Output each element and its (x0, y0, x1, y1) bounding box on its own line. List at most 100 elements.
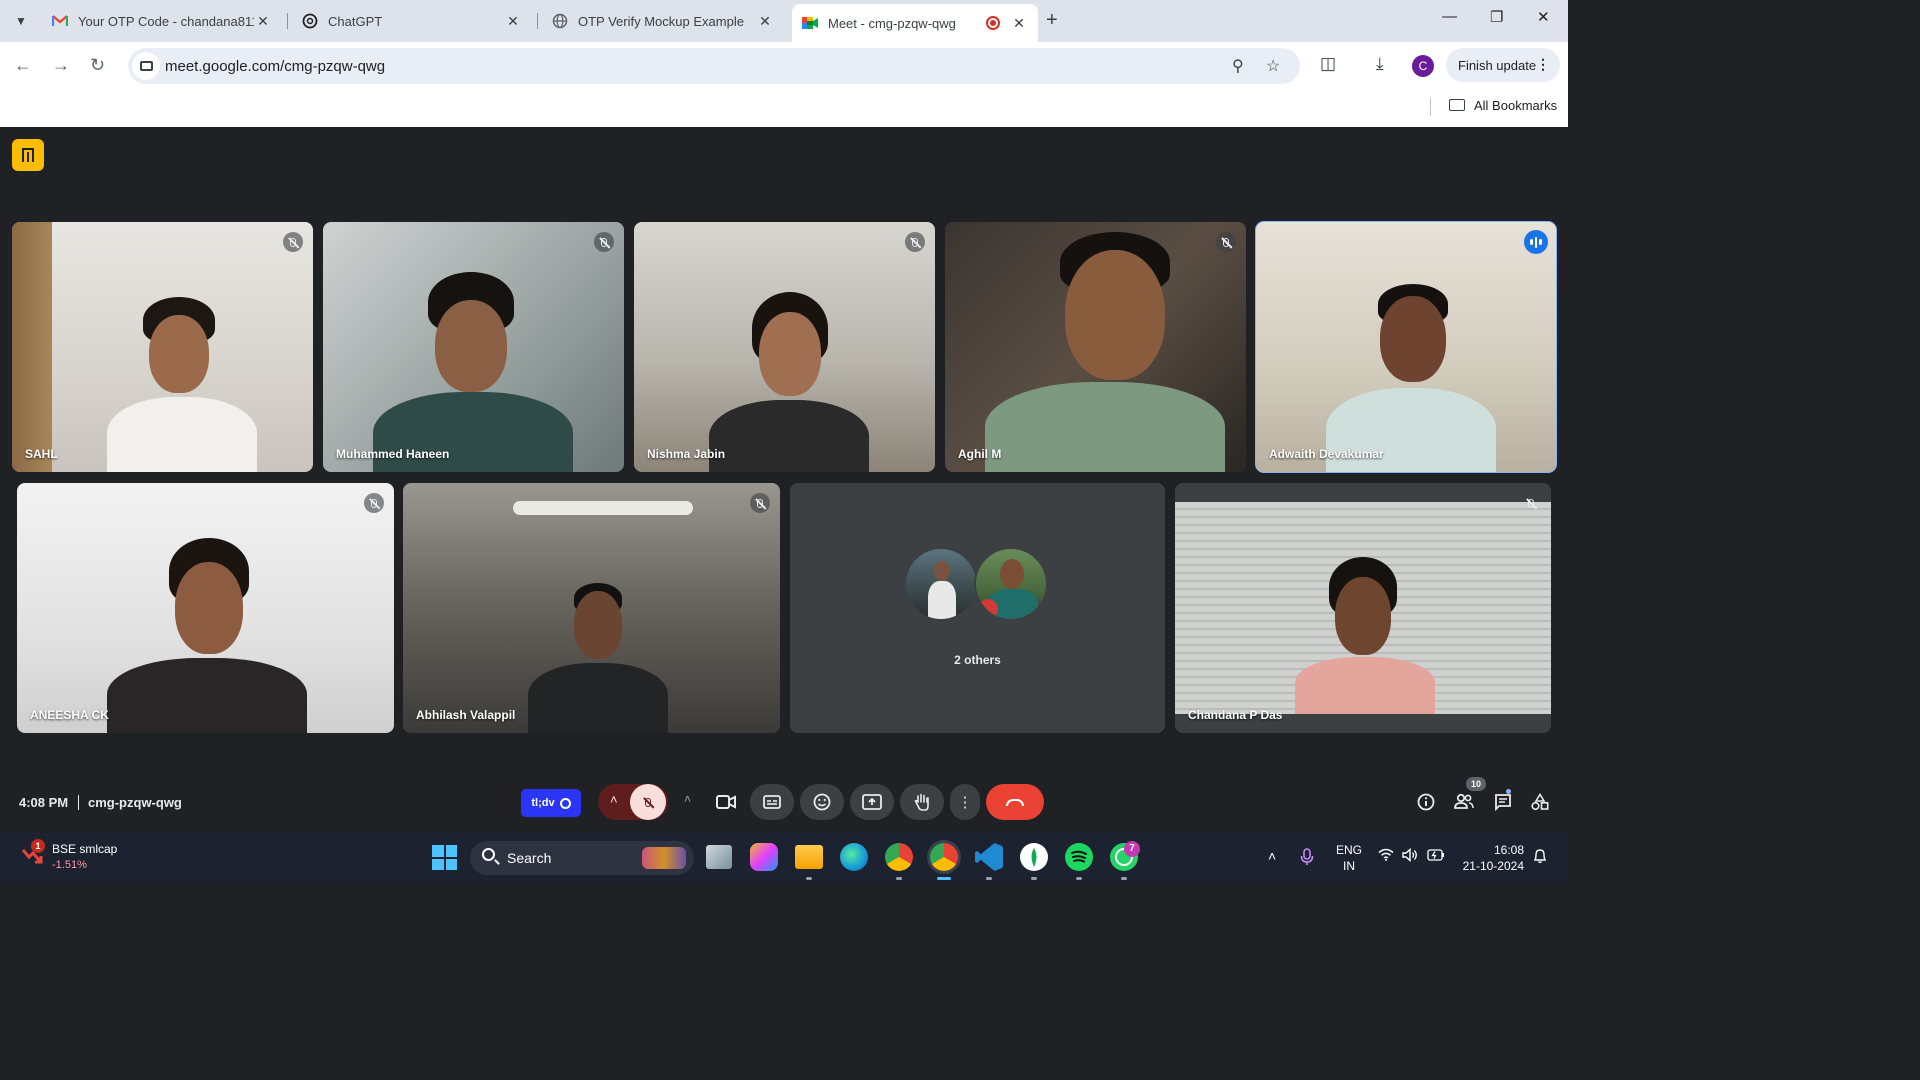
present-screen-button[interactable] (850, 784, 894, 820)
menu-icon: ⋮ (1536, 56, 1550, 72)
volume-icon[interactable] (1402, 847, 1418, 865)
app-running-indicator (1121, 877, 1127, 880)
end-call-icon (1006, 798, 1024, 806)
system-clock[interactable]: 16:08 21-10-2024 (1458, 842, 1524, 874)
participant-name: Aghil M (958, 447, 1002, 461)
input-language-indicator[interactable]: ENG IN (1336, 842, 1362, 874)
copilot-icon[interactable] (750, 843, 778, 871)
leave-call-button[interactable] (986, 784, 1044, 820)
reload-icon[interactable]: ↻ (90, 55, 105, 76)
bookmark-star-icon[interactable]: ☆ (1266, 56, 1280, 76)
participant-count-badge: 10 (1466, 777, 1486, 791)
all-bookmarks-link[interactable]: All Bookmarks (1474, 98, 1557, 113)
hand-icon (914, 793, 929, 811)
microphone-in-use-icon[interactable] (1300, 848, 1314, 869)
people-icon (1454, 793, 1474, 809)
stock-change: -1.51% (52, 859, 87, 871)
download-icon[interactable]: ⤓ (1376, 54, 1384, 74)
gmail-icon (52, 13, 68, 29)
close-icon[interactable]: ✕ (1010, 15, 1028, 32)
finish-update-label: Finish update (1458, 57, 1537, 73)
meet-control-bar: 4:08 PM cmg-pzqw-qwg tl;dv ˄ ˄ ⋮ 10 (0, 767, 1568, 833)
address-bar[interactable]: meet.google.com/cmg-pzqw-qwg ⚲ ☆ (128, 48, 1300, 84)
raise-hand-button[interactable] (900, 784, 944, 820)
mic-toggle-button[interactable] (630, 784, 666, 820)
url-text[interactable]: meet.google.com/cmg-pzqw-qwg (165, 58, 385, 75)
participant-video (1295, 557, 1435, 714)
vscode-icon[interactable] (975, 843, 1003, 871)
tab-chatgpt[interactable]: ChatGPT ✕ (292, 6, 532, 36)
participant-name: Chandana P Das (1188, 708, 1283, 722)
participant-tile[interactable]: SAHL (12, 222, 313, 472)
muted-mic-icon (364, 493, 384, 513)
windows-start-icon[interactable] (432, 845, 457, 870)
battery-charging-icon[interactable] (1427, 848, 1445, 864)
restore-icon[interactable]: ❐ (1490, 8, 1503, 26)
browser-tab-strip: ▼ Your OTP Code - chandana8112 ✕ ChatGPT… (0, 0, 1568, 42)
task-view-icon[interactable] (706, 845, 732, 869)
tab-otp-mockup[interactable]: OTP Verify Mockup Example ✕ (542, 6, 784, 36)
close-icon[interactable]: ✕ (254, 13, 272, 30)
tab-gmail[interactable]: Your OTP Code - chandana8112 ✕ (42, 6, 282, 36)
people-button[interactable] (1454, 793, 1474, 814)
chevron-up-icon[interactable]: ˄ (684, 792, 691, 806)
site-info-icon[interactable] (132, 52, 160, 80)
notification-badge: 1 (31, 839, 45, 853)
emoji-icon (813, 793, 831, 811)
companion-mode-icon[interactable] (12, 139, 44, 171)
minimize-icon[interactable]: — (1442, 8, 1457, 25)
muted-mic-icon (1216, 232, 1236, 252)
extensions-icon[interactable]: ◫ (1320, 54, 1336, 74)
edge-icon[interactable] (840, 843, 868, 871)
tab-search-button[interactable]: ▼ (8, 8, 34, 34)
participant-tile[interactable]: Nishma Jabin (634, 222, 935, 472)
others-tile[interactable]: 2 others (790, 483, 1165, 733)
file-explorer-icon[interactable] (795, 845, 823, 869)
close-window-icon[interactable]: ✕ (1537, 8, 1550, 26)
zoom-icon[interactable]: ⚲ (1232, 56, 1244, 76)
tldv-extension-button[interactable]: tl;dv (521, 789, 581, 817)
chevron-up-icon[interactable]: ˄ (610, 792, 618, 807)
chevron-up-icon[interactable]: ˄ (1268, 848, 1276, 864)
tab-title: Meet - cmg-pzqw-qwg (828, 15, 956, 31)
forward-icon[interactable]: → (52, 55, 70, 76)
new-tab-button[interactable]: + (1046, 9, 1058, 32)
profile-avatar[interactable]: C (1412, 55, 1434, 77)
search-label: Search (507, 850, 552, 866)
chrome-icon[interactable] (885, 843, 913, 871)
participant-tile[interactable]: Aghil M (945, 222, 1246, 472)
reactions-button[interactable] (800, 784, 844, 820)
chat-button[interactable] (1494, 793, 1512, 816)
participant-tile-speaking[interactable]: Adwaith Devakumar (1255, 221, 1557, 473)
chatgpt-icon (302, 13, 318, 29)
participant-tile[interactable]: Chandana P Das (1175, 483, 1551, 733)
info-icon (1417, 793, 1435, 811)
meeting-details-button[interactable] (1417, 793, 1435, 816)
more-options-button[interactable]: ⋮ (950, 784, 980, 820)
camera-toggle-button[interactable] (706, 784, 746, 820)
tab-meet[interactable]: Meet - cmg-pzqw-qwg ✕ (792, 4, 1038, 42)
participant-avatar (904, 547, 978, 621)
mongodb-compass-icon[interactable] (1020, 843, 1048, 871)
tab-title: OTP Verify Mockup Example (578, 13, 744, 29)
close-icon[interactable]: ✕ (504, 13, 522, 30)
back-icon[interactable]: ← (14, 55, 32, 76)
participant-tile[interactable]: Abhilash Valappil (403, 483, 780, 733)
participant-tile[interactable]: Muhammed Haneen (323, 222, 624, 472)
chrome-profile-icon[interactable] (930, 843, 958, 871)
activities-button[interactable] (1531, 792, 1549, 816)
spotify-icon[interactable] (1065, 843, 1093, 871)
taskbar-search-box[interactable]: Search (470, 841, 694, 875)
wifi-icon[interactable] (1378, 848, 1394, 864)
ceiling-light (513, 501, 693, 515)
notifications-bell-icon[interactable] (1533, 848, 1547, 867)
present-icon (862, 794, 882, 810)
language-code: ENG (1336, 843, 1363, 857)
browser-toolbar: ← → ↻ meet.google.com/cmg-pzqw-qwg ⚲ ☆ ◫… (0, 42, 1568, 90)
captions-button[interactable] (750, 784, 794, 820)
participant-tile[interactable]: ANEESHA CK (17, 483, 394, 733)
participant-avatar (974, 547, 1048, 621)
finish-update-button[interactable]: Finish update ⋮ (1446, 48, 1560, 82)
close-icon[interactable]: ✕ (756, 13, 774, 30)
stock-name: BSE smlcap (52, 842, 118, 856)
